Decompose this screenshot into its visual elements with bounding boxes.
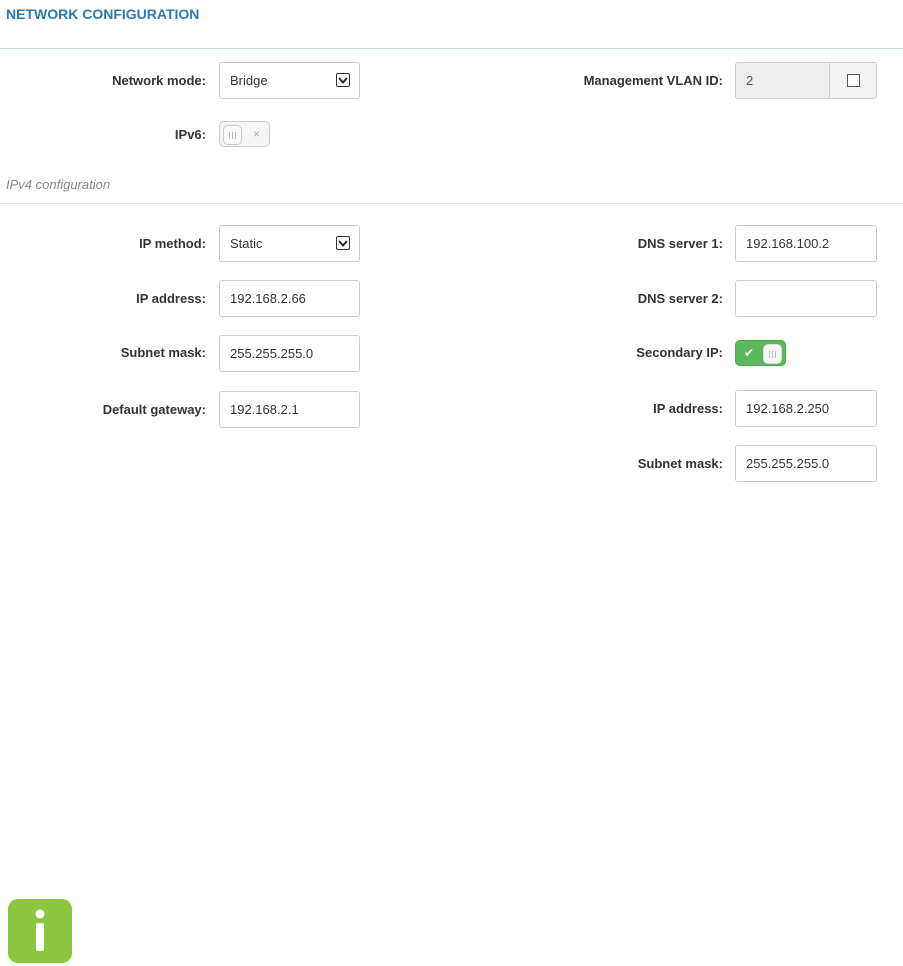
header-divider — [0, 48, 903, 49]
management-vlan-checkbox-wrap — [829, 63, 876, 98]
network-mode-value: Bridge — [230, 73, 268, 88]
secondary-ip-address-input[interactable]: 192.168.2.250 — [735, 390, 877, 427]
management-vlan-field: 2 — [735, 62, 877, 99]
ipv4-section-title: IPv4 configuration — [6, 177, 111, 192]
dns-server-1-label: DNS server 1: — [637, 236, 723, 251]
ip-method-label: IP method: — [139, 236, 206, 251]
secondary-ip-label: Secondary IP: — [636, 345, 723, 360]
page-title: NETWORK CONFIGURATION — [6, 6, 200, 22]
ipv6-toggle[interactable]: × — [219, 121, 270, 147]
secondary-ip-toggle[interactable]: ✔ — [735, 340, 786, 366]
default-gateway-label: Default gateway: — [102, 402, 206, 417]
secondary-ip-address-label: IP address: — [653, 401, 723, 416]
ipv6-label: IPv6: — [174, 127, 206, 142]
section-divider — [0, 203, 903, 204]
ip-method-value: Static — [230, 236, 263, 251]
toggle-knob — [763, 344, 782, 364]
dns-server-2-input[interactable] — [735, 280, 877, 317]
management-vlan-value: 2 — [746, 73, 754, 88]
toggle-knob — [223, 125, 242, 145]
dns-server-1-input[interactable]: 192.168.100.2 — [735, 225, 877, 262]
network-mode-label: Network mode: — [112, 73, 206, 88]
ip-address-input[interactable]: 192.168.2.66 — [219, 280, 360, 317]
secondary-subnet-mask-input[interactable]: 255.255.255.0 — [735, 445, 877, 482]
management-vlan-checkbox[interactable] — [846, 74, 860, 87]
close-icon: × — [252, 127, 260, 141]
ip-address-label: IP address: — [136, 291, 206, 306]
info-icon[interactable] — [8, 899, 72, 963]
subnet-mask-input[interactable]: 255.255.255.0 — [219, 335, 360, 372]
check-icon: ✔ — [744, 346, 755, 360]
default-gateway-input[interactable]: 192.168.2.1 — [219, 391, 360, 428]
subnet-mask-label: Subnet mask: — [120, 345, 206, 360]
secondary-subnet-mask-label: Subnet mask: — [637, 456, 723, 471]
ip-method-select[interactable]: Static — [219, 225, 360, 262]
management-vlan-label: Management VLAN ID: — [583, 73, 723, 88]
network-mode-select[interactable]: Bridge — [219, 62, 360, 99]
chevron-down-icon — [336, 73, 350, 87]
dns-server-2-label: DNS server 2: — [637, 291, 723, 306]
chevron-down-icon — [336, 236, 350, 250]
